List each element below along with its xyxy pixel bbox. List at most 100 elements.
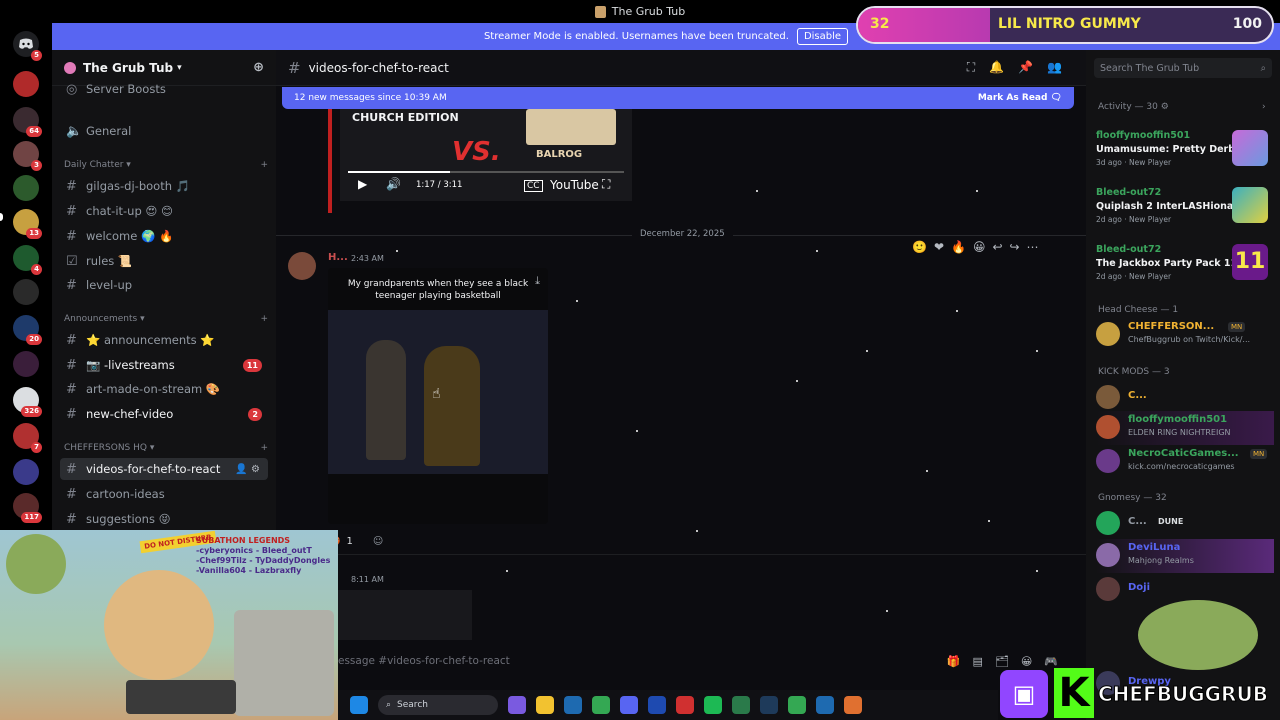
file-explorer-icon[interactable] [536, 696, 554, 714]
channel-brand-name: CHEFBUGGRUB [1098, 682, 1269, 707]
download-icon[interactable]: ⤓ [535, 274, 540, 288]
steam-icon[interactable] [564, 696, 582, 714]
server-icon-10[interactable]: 326 [13, 387, 42, 417]
member-status: ChefBuggrub on Twitch/Kick/... [1128, 335, 1251, 344]
activity-card[interactable]: Bleed-out72 The Jackbox Party Pack 11 2d… [1096, 244, 1268, 296]
fullscreen-icon[interactable]: ⛶ [602, 177, 610, 192]
discord-home-icon[interactable]: 5 [13, 31, 42, 61]
channel-item[interactable]: ☑ rules 📜 [60, 250, 268, 272]
goblin-mascot [1138, 600, 1258, 670]
server-icon-12[interactable] [13, 459, 39, 485]
server-icon [594, 5, 606, 18]
server-icon-2[interactable]: 64 [13, 107, 42, 137]
channel-label: gilgas-dj-booth 🎵 [86, 179, 190, 193]
server-icon-4[interactable] [13, 175, 39, 201]
server-badge: 4 [31, 264, 42, 275]
channel-item[interactable]: # ⭐ announcements ⭐ [60, 329, 268, 351]
member-item[interactable]: DeviLuna Mahjong Realms [1096, 539, 1274, 573]
avatar[interactable] [288, 252, 316, 280]
channel-item[interactable]: # 📷 -livestreams 11 [60, 354, 268, 376]
member-item[interactable]: CHEFFERSON... MN ChefBuggrub on Twitch/K… [1096, 318, 1274, 352]
activity-card[interactable]: flooffymooffin501 Umamusume: Pretty Derb… [1096, 130, 1268, 182]
search-input[interactable]: Search The Grub Tub ⌕ [1094, 58, 1272, 78]
category-daily-chatter[interactable]: Daily Chatter ▾ + [64, 160, 268, 170]
channel-item[interactable]: # welcome 🌍 🔥 [60, 225, 268, 247]
subathon-legends-panel: SUBATHON LEGENDS -cyberyonics - Bleed_ou… [196, 536, 336, 576]
invite-people-icon[interactable]: ⊕ [253, 60, 264, 75]
member-item[interactable]: C... DUNE [1096, 507, 1274, 541]
channel-item[interactable]: # art-made-on-stream 🎨 [60, 378, 268, 400]
channel-item-active[interactable]: # videos-for-chef-to-react 👤 ⚙ [60, 458, 268, 480]
volume-icon[interactable]: 🔊 [386, 177, 401, 191]
server-icon-11[interactable]: 7 [13, 423, 42, 453]
message-composer[interactable]: essage #videos-for-chef-to-react 🎁▤🗂😀🎮 [338, 650, 1078, 672]
channel-item[interactable]: # cartoon-ideas [60, 483, 268, 505]
play-icon[interactable]: ▶ [358, 177, 367, 191]
server-icon-3[interactable]: 3 [13, 141, 42, 171]
star-dot [636, 430, 638, 432]
server-icon-13[interactable]: 117 [13, 493, 42, 523]
goblin-sticker [6, 534, 66, 594]
taskbar-search[interactable]: ⌕ Search [378, 695, 498, 715]
category-cheffersons-hq[interactable]: CHEFFERSONS HQ ▾ + [64, 443, 268, 453]
app-icon[interactable] [760, 696, 778, 714]
server-icon-7[interactable] [13, 279, 39, 305]
channel-label: ⭐ announcements ⭐ [86, 333, 215, 347]
server-icon-6[interactable]: 4 [13, 245, 42, 275]
server-icon-5[interactable]: 13 [13, 209, 42, 239]
video-embed[interactable]: CHURCH EDITION VS. BALROG ▶ 🔊 1:17 / 3:1… [340, 109, 632, 201]
add-channel-icon[interactable]: + [260, 443, 268, 453]
channel-label: rules 📜 [86, 254, 133, 268]
server-icon-9[interactable] [13, 351, 39, 377]
spotify-icon[interactable] [704, 696, 722, 714]
youtube-logo[interactable]: YouTube [550, 178, 599, 192]
server-icon-8[interactable]: 20 [13, 315, 42, 345]
search-icon: ⌕ [1260, 62, 1266, 74]
add-channel-icon[interactable]: + [260, 314, 268, 324]
add-channel-icon[interactable]: + [260, 160, 268, 170]
chat-area: # videos-for-chef-to-react ⛶🔔📌👥 12 new m… [276, 50, 1086, 720]
server-boosts-item[interactable]: ◎ Server Boosts [60, 78, 268, 100]
attachment-preview[interactable] [328, 590, 472, 640]
video-progress-track[interactable] [348, 171, 624, 173]
chrome-icon[interactable] [592, 696, 610, 714]
windows-start-icon[interactable] [350, 696, 368, 714]
settings-icon[interactable]: 👤 ⚙ [235, 464, 260, 475]
channel-item[interactable]: # level-up [60, 274, 268, 296]
channel-item[interactable]: # gilgas-dj-booth 🎵 [60, 175, 268, 197]
message-author[interactable]: H... [328, 252, 348, 263]
copilot-icon[interactable] [508, 696, 526, 714]
disable-button[interactable]: Disable [796, 28, 849, 45]
obs-icon[interactable] [676, 696, 694, 714]
captions-icon[interactable]: CC [524, 180, 543, 192]
app-icon[interactable] [648, 696, 666, 714]
message-hover-toolbar[interactable]: 🙂❤🔥😀↩↪⋯ [912, 240, 1046, 254]
meme-video[interactable]: My grandparents when they see a black te… [328, 268, 548, 524]
steam-icon[interactable] [816, 696, 834, 714]
app-icon[interactable] [844, 696, 862, 714]
channel-item[interactable]: # new-chef-video 2 [60, 403, 268, 425]
app-icon[interactable] [732, 696, 750, 714]
legend-line: -cyberyonics - Bleed_outT [196, 546, 312, 555]
member-item[interactable]: C... [1096, 381, 1274, 415]
category-announcements[interactable]: Announcements ▾ + [64, 314, 268, 324]
member-item[interactable]: flooffymooffin501 ELDEN RING NIGHTREIGN [1096, 411, 1274, 445]
channel-item[interactable]: # suggestions 😝 [60, 508, 268, 530]
activity-header[interactable]: Activity — 30 ⚙ › [1098, 102, 1266, 112]
add-reaction-icon[interactable]: ☺ [373, 536, 383, 547]
chrome-icon[interactable] [788, 696, 806, 714]
nitro-right-value: 100 [1232, 16, 1262, 32]
server-icon-1[interactable] [13, 71, 39, 97]
discord-icon[interactable] [620, 696, 638, 714]
mark-as-read-button[interactable]: Mark As Read 🗨 [978, 93, 1062, 103]
star-dot [866, 350, 868, 352]
header-toolbar-icons[interactable]: ⛶🔔📌👥 [967, 60, 1076, 75]
activity-card[interactable]: Bleed-out72 Quiplash 2 InterLASHional 2d… [1096, 187, 1268, 239]
channel-general[interactable]: 🔈 General [60, 120, 268, 142]
computer-monitor [234, 610, 334, 716]
chevron-right-icon[interactable]: › [1262, 102, 1266, 112]
chevron-down-icon: ▾ [177, 62, 182, 73]
member-item[interactable]: NecroCaticGames... MN kick.com/necrocati… [1096, 445, 1274, 479]
channel-item[interactable]: # chat-it-up 😍 😊 [60, 200, 268, 222]
new-messages-bar[interactable]: 12 new messages since 10:39 AM Mark As R… [282, 87, 1074, 109]
